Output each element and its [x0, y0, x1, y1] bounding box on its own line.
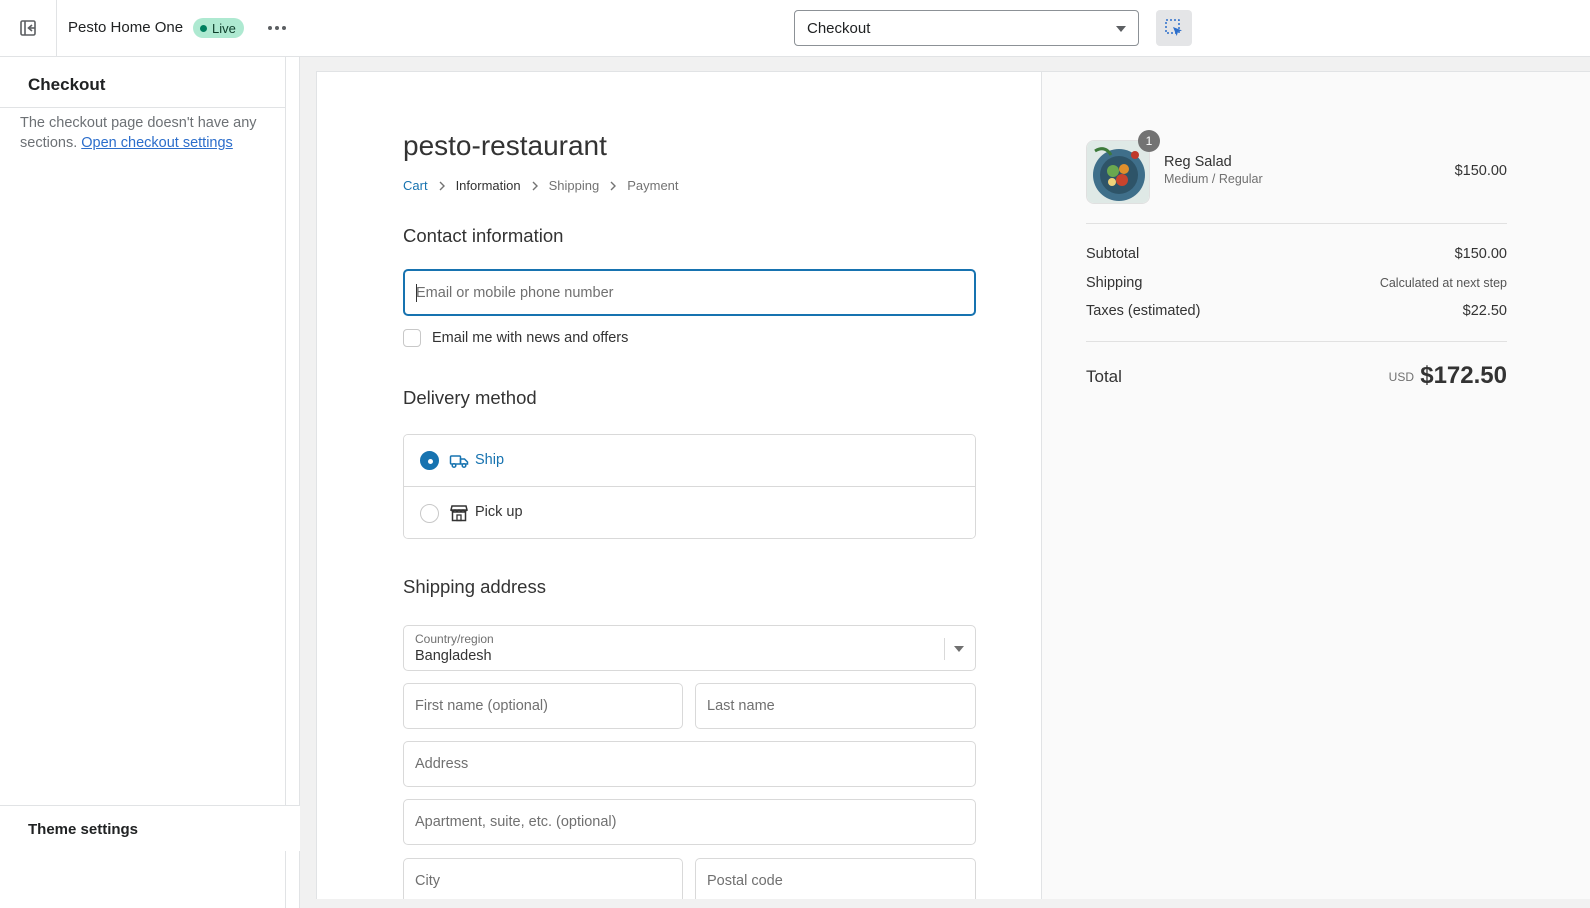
- exit-icon: [20, 20, 36, 36]
- pickup-label: Pick up: [475, 504, 523, 520]
- ship-label: Ship: [475, 452, 505, 468]
- product-price: $150.00: [1454, 163, 1507, 179]
- country-value: Bangladesh: [415, 648, 492, 664]
- ship-radio[interactable]: [420, 451, 439, 470]
- text-cursor: [416, 284, 417, 302]
- page-selector[interactable]: Checkout: [794, 10, 1139, 46]
- total-value: $172.50: [1420, 362, 1507, 389]
- total-label: Total: [1086, 367, 1122, 386]
- email-input[interactable]: Email or mobile phone number: [403, 269, 976, 316]
- breadcrumb-cart[interactable]: Cart: [403, 178, 428, 193]
- store-name: Pesto Home One: [68, 19, 184, 36]
- caret-down-icon: [954, 646, 964, 652]
- pickup-radio[interactable]: [420, 503, 439, 523]
- taxes-row: Taxes (estimated) $22.50: [1086, 303, 1507, 319]
- total-row: Total USD $172.50: [1086, 362, 1507, 392]
- delivery-method-group: Ship Pick up: [403, 434, 976, 539]
- breadcrumb-shipping: Shipping: [548, 178, 600, 193]
- theme-settings-tab[interactable]: Theme settings: [0, 805, 300, 851]
- breadcrumb-payment: Payment: [627, 178, 679, 193]
- divider: [1086, 341, 1507, 342]
- last-name-field[interactable]: Last name: [695, 683, 976, 729]
- divider: [944, 638, 945, 660]
- shipping-address-heading: Shipping address: [403, 576, 546, 597]
- sidebar-message: The checkout page doesn't have any secti…: [20, 113, 270, 153]
- marketing-checkbox[interactable]: [403, 329, 421, 347]
- taxes-value: $22.50: [1462, 303, 1507, 319]
- country-select[interactable]: Country/region Bangladesh: [403, 625, 976, 671]
- apartment-placeholder: Apartment, suite, etc. (optional): [415, 814, 617, 830]
- divider: [0, 107, 286, 108]
- delivery-option-ship[interactable]: Ship: [404, 435, 975, 487]
- marketing-opt-in[interactable]: Email me with news and offers: [403, 329, 628, 347]
- product-variant: Medium / Regular: [1164, 172, 1263, 186]
- subtotal-row: Subtotal $150.00: [1086, 246, 1507, 262]
- sidebar-scrollbar[interactable]: [286, 57, 300, 908]
- marketing-checkbox-label: Email me with news and offers: [432, 330, 629, 346]
- postal-code-placeholder: Postal code: [707, 873, 783, 889]
- live-dot-icon: [200, 24, 207, 32]
- email-placeholder: Email or mobile phone number: [416, 285, 614, 301]
- apartment-field[interactable]: Apartment, suite, etc. (optional): [403, 799, 976, 845]
- store-title: pesto-restaurant: [403, 130, 607, 161]
- city-field[interactable]: City: [403, 858, 683, 899]
- chevron-right-icon: [532, 181, 538, 190]
- product-name: Reg Salad: [1164, 154, 1232, 170]
- caret-down-icon: [1116, 26, 1126, 32]
- truck-icon: [449, 455, 469, 469]
- product-image: [1086, 140, 1150, 204]
- chevron-right-icon: [439, 181, 445, 190]
- contact-heading: Contact information: [403, 225, 564, 246]
- exit-button[interactable]: [0, 0, 57, 56]
- city-placeholder: City: [415, 873, 440, 889]
- status-badge-label: Live: [212, 20, 236, 36]
- status-badge: Live: [193, 18, 244, 38]
- checkout-preview: pesto-restaurant Cart Information Shippi…: [316, 71, 1590, 899]
- shipping-label: Shipping: [1086, 275, 1143, 291]
- sidebar-title: Checkout: [28, 75, 106, 94]
- shipping-value: Calculated at next step: [1379, 276, 1507, 290]
- country-label: Country/region: [415, 632, 494, 646]
- more-horizontal-icon: [268, 26, 286, 30]
- taxes-label: Taxes (estimated): [1086, 303, 1201, 319]
- more-actions-button[interactable]: [263, 16, 291, 40]
- address-field[interactable]: Address: [403, 741, 976, 787]
- delivery-heading: Delivery method: [403, 387, 537, 408]
- salad-image-icon: [1087, 141, 1149, 203]
- order-summary: 1 Reg Salad Medium / Regular $150.00 Sub…: [1042, 72, 1590, 899]
- address-placeholder: Address: [415, 756, 469, 772]
- subtotal-value: $150.00: [1454, 246, 1507, 262]
- open-checkout-settings-link[interactable]: Open checkout settings: [81, 135, 233, 151]
- last-name-placeholder: Last name: [707, 698, 775, 714]
- first-name-placeholder: First name (optional): [415, 698, 548, 714]
- divider: [1086, 223, 1507, 224]
- breadcrumb-information: Information: [455, 178, 521, 193]
- theme-settings-label: Theme settings: [28, 821, 139, 838]
- store-icon: [450, 505, 468, 522]
- checkout-main: pesto-restaurant Cart Information Shippi…: [317, 72, 1042, 899]
- delivery-option-pickup[interactable]: Pick up: [404, 487, 975, 538]
- quantity-badge: 1: [1138, 130, 1160, 152]
- subtotal-label: Subtotal: [1086, 246, 1140, 262]
- chevron-right-icon: [610, 181, 617, 190]
- breadcrumb: Cart Information Shipping Payment: [403, 178, 679, 193]
- top-bar: Pesto Home One Live Checkout: [0, 0, 1590, 57]
- first-name-field[interactable]: First name (optional): [403, 683, 683, 729]
- inspector-toggle-button[interactable]: [1156, 10, 1192, 46]
- postal-code-field[interactable]: Postal code: [695, 858, 976, 899]
- sidebar: Checkout The checkout page doesn't have …: [0, 57, 286, 908]
- page-selector-value: Checkout: [807, 20, 871, 37]
- shipping-row: Shipping Calculated at next step: [1086, 275, 1507, 291]
- total-currency: USD: [1388, 370, 1414, 384]
- select-cursor-icon: [1165, 19, 1182, 36]
